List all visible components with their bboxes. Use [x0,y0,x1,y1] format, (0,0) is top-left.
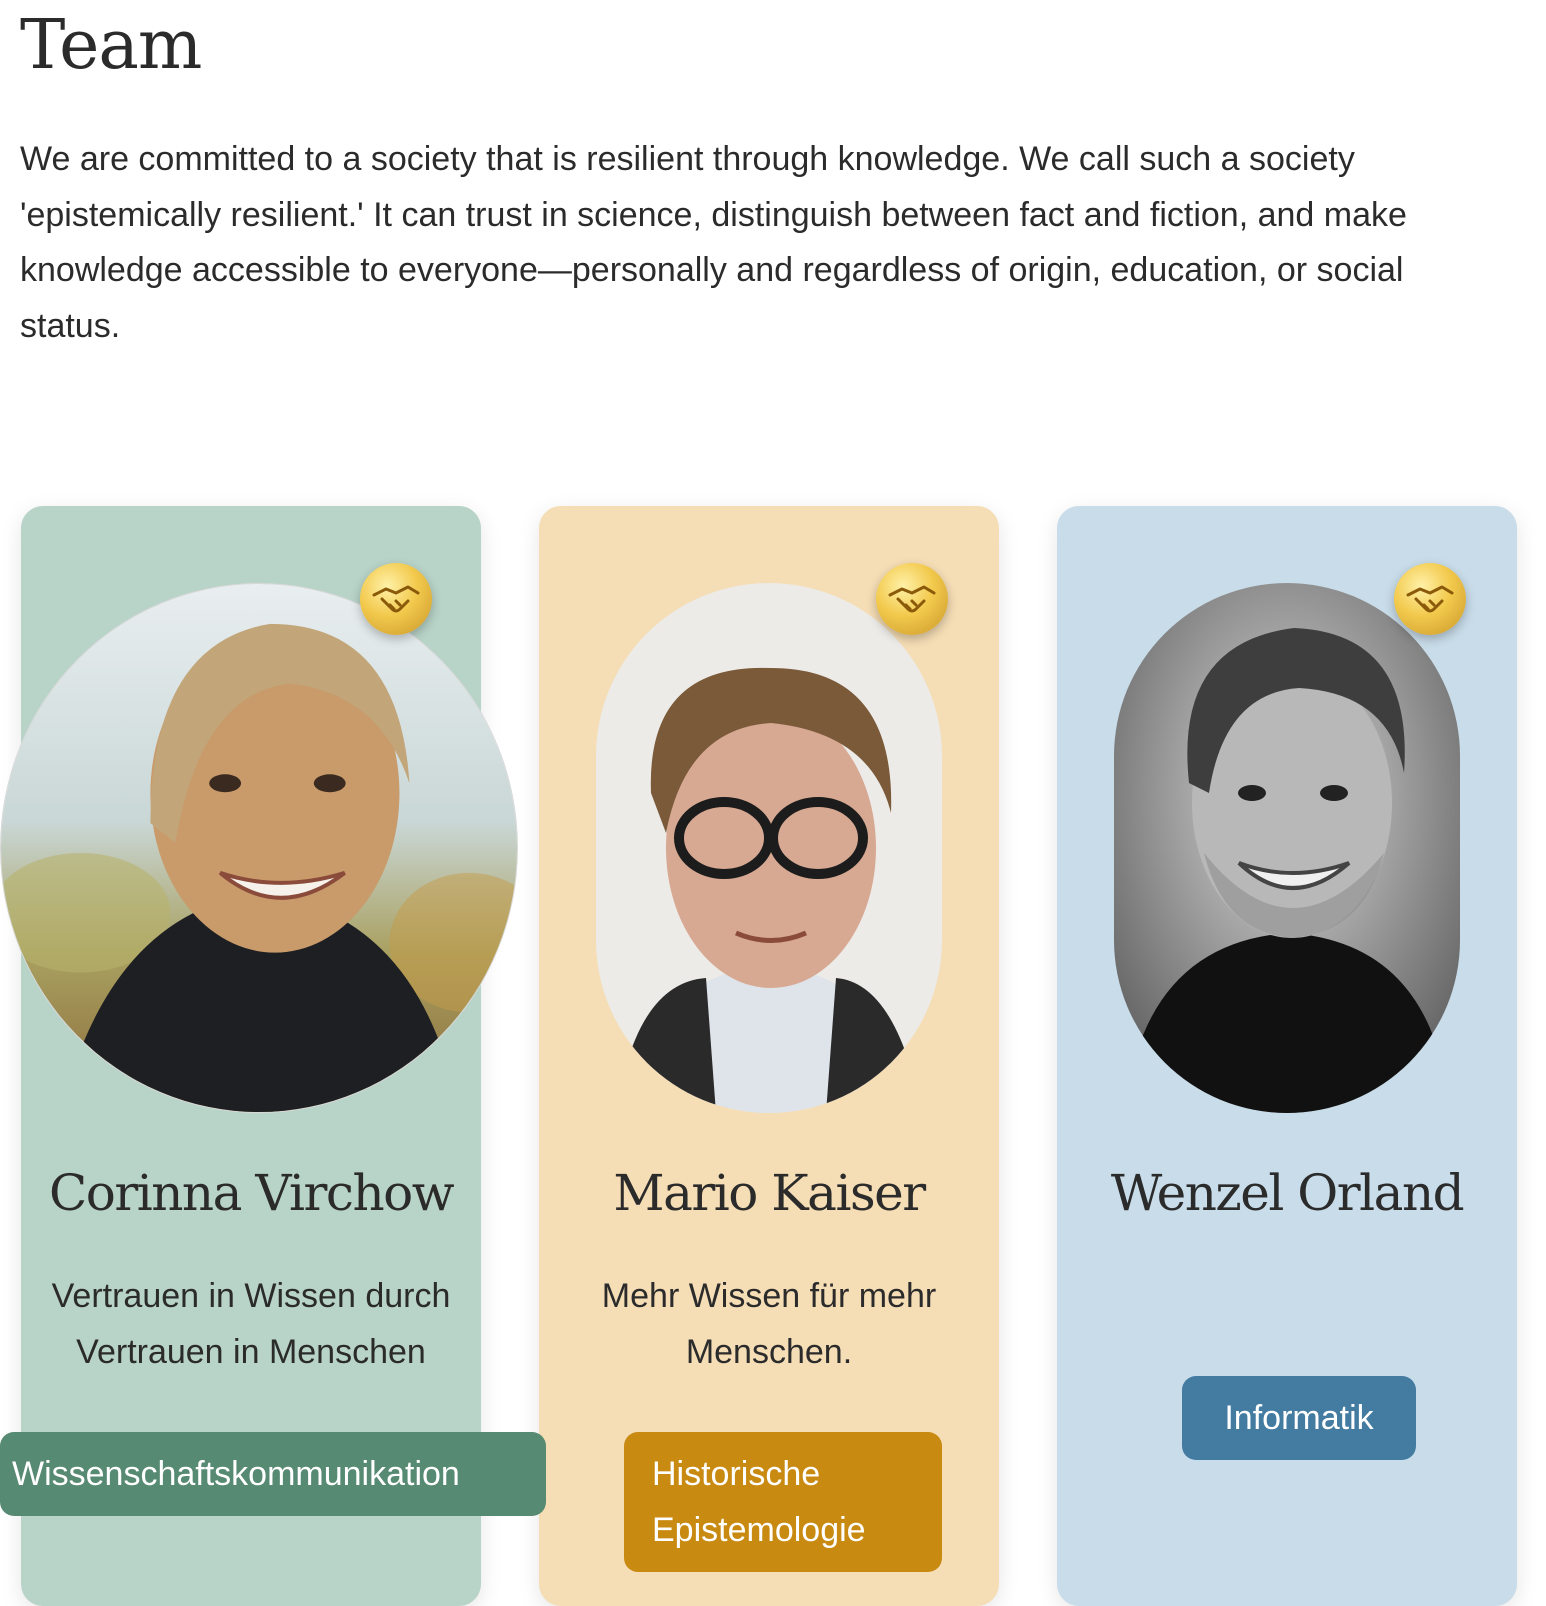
member-motto: Mehr Wissen für mehr Menschen. [601,1277,937,1371]
tag-label: Informatik [1224,1399,1374,1437]
tag-button-informatik[interactable]: Informatik [1182,1376,1416,1460]
intro-text: We are committed to a society that is re… [20,140,1407,345]
member-name: Corinna Virchow [48,1164,455,1222]
member-motto: Vertrauen in Wissen durch Vertrauen in M… [51,1277,451,1371]
member-name: Mario Kaiser [613,1164,926,1222]
page-title: Team [20,6,202,85]
member-name: Wenzel Orland [1110,1164,1465,1222]
handshake-icon [876,563,948,635]
tag-label: Historische Epistemologie [652,1455,866,1549]
portrait-wenzel [1114,583,1460,1113]
tag-button-historische-epistemologie[interactable]: Historische Epistemologie [624,1432,942,1572]
handshake-icon [1394,563,1466,635]
tag-label: Wissenschaftskommunikation [12,1455,460,1493]
tag-button-wissenschaftskommunikation[interactable]: Wissenschaftskommunikation [0,1432,546,1516]
portrait-corinna [0,583,518,1113]
portrait-mario [596,583,942,1113]
handshake-icon [360,563,432,635]
